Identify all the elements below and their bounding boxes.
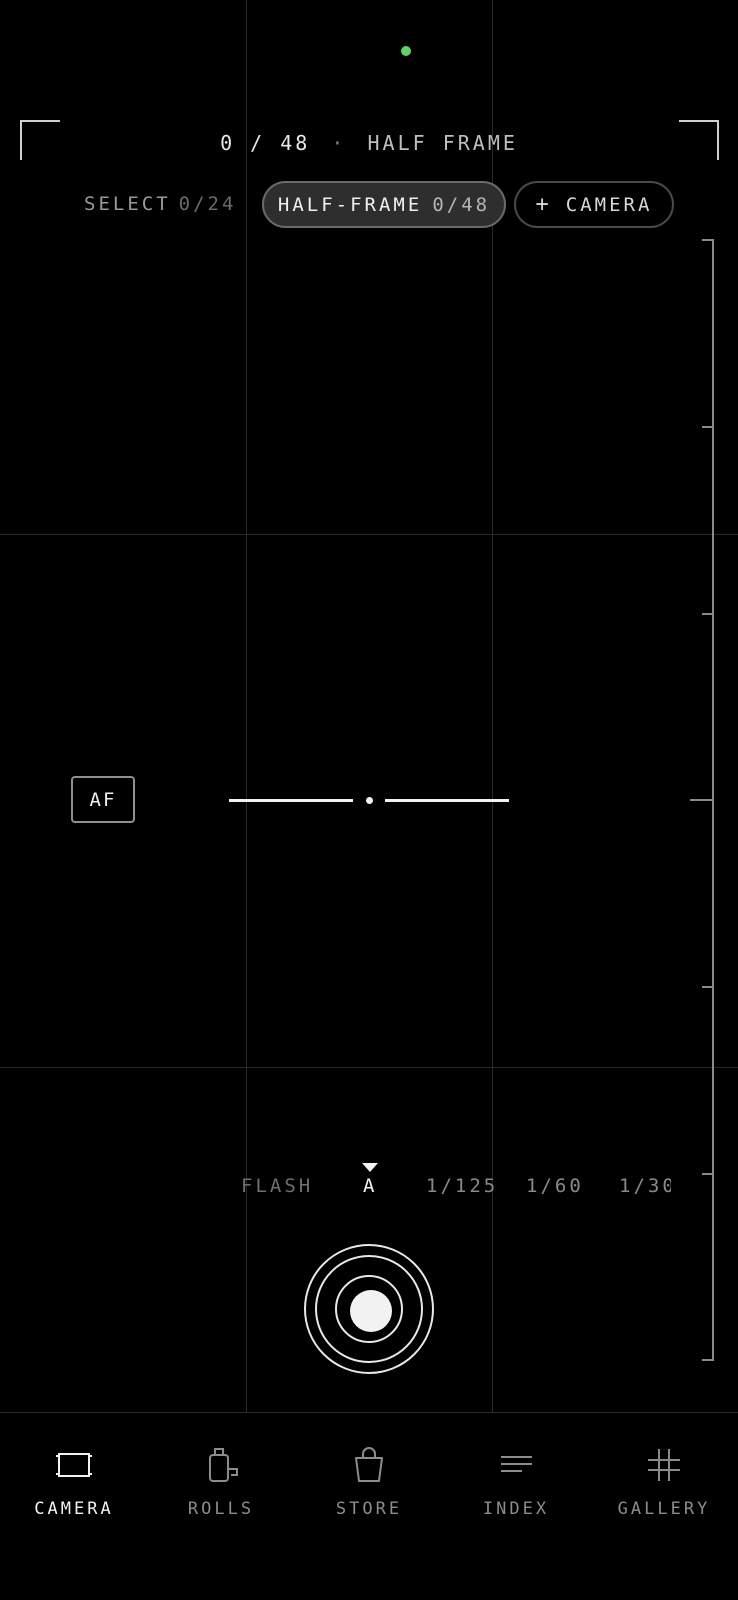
selected-speed-caret-icon — [362, 1163, 378, 1172]
grid-line-horizontal-top — [0, 534, 738, 535]
nav-item-camera[interactable]: CAMERA — [0, 1413, 148, 1523]
speed-option-1-30[interactable]: 1/30 — [619, 1175, 671, 1197]
shutter-speed-picker[interactable]: FLASH A 1/125 1/60 1/30 — [0, 1175, 738, 1205]
horizon-level-center-dot — [366, 797, 373, 804]
bottom-nav: CAMERA ROLLS STORE INDEX GALLERY — [0, 1412, 738, 1600]
mode-select-count: 0/24 — [178, 193, 237, 215]
scale-tick — [702, 986, 714, 988]
horizon-level-left — [229, 799, 353, 802]
add-camera-label: CAMERA — [565, 193, 653, 216]
speed-option-flash[interactable]: FLASH — [241, 1175, 313, 1197]
counter-mode: HALF FRAME — [367, 131, 518, 155]
nav-item-index[interactable]: INDEX — [442, 1413, 590, 1523]
mode-select[interactable]: SELECT 0/24 — [84, 193, 236, 215]
film-canister-icon — [209, 1448, 238, 1482]
autofocus-button[interactable]: AF — [71, 776, 135, 823]
nav-label-store: STORE — [335, 1499, 403, 1519]
nav-label-gallery: GALLERY — [617, 1499, 711, 1519]
nav-label-camera: CAMERA — [34, 1499, 114, 1519]
mode-half-frame-label: HALF-FRAME — [277, 193, 423, 216]
plus-icon: + — [535, 192, 552, 217]
list-lines-icon — [501, 1456, 532, 1472]
grid-hash-icon — [648, 1449, 680, 1481]
mode-half-frame-count: 0/48 — [432, 193, 491, 216]
shot-count: 0 / 48 — [220, 131, 311, 155]
grid-line-horizontal-bottom — [0, 1067, 738, 1068]
speed-option-1-60[interactable]: 1/60 — [526, 1175, 584, 1197]
speed-option-1-125[interactable]: 1/125 — [426, 1175, 498, 1197]
scale-tick — [702, 613, 714, 615]
counter-separator: · — [331, 131, 347, 155]
shopping-bag-icon — [355, 1447, 383, 1482]
shutter-button[interactable] — [304, 1244, 434, 1374]
scale-tick-center — [690, 799, 714, 801]
scale-tick — [702, 426, 714, 428]
mode-half-frame-button[interactable]: HALF-FRAME 0/48 — [262, 181, 506, 228]
scale-tick — [702, 1359, 714, 1361]
autofocus-label: AF — [89, 788, 117, 811]
horizon-level-right — [385, 799, 509, 802]
shot-counter: 0 / 48 · HALF FRAME — [0, 131, 738, 155]
speed-option-auto[interactable]: A — [363, 1175, 377, 1197]
nav-item-rolls[interactable]: ROLLS — [147, 1413, 295, 1523]
nav-label-index: INDEX — [482, 1499, 550, 1519]
nav-item-gallery[interactable]: GALLERY — [590, 1413, 738, 1523]
film-frame-icon — [56, 1453, 92, 1477]
nav-item-store[interactable]: STORE — [295, 1413, 443, 1523]
camera-active-indicator — [401, 46, 411, 56]
scale-tick — [702, 239, 714, 241]
film-mode-selector: SELECT 0/24 HALF-FRAME 0/48 + CAMERA — [0, 181, 738, 228]
add-camera-button[interactable]: + CAMERA — [514, 181, 674, 228]
nav-label-rolls: ROLLS — [187, 1499, 255, 1519]
mode-select-label: SELECT — [84, 193, 171, 215]
shutter-core — [350, 1290, 392, 1332]
